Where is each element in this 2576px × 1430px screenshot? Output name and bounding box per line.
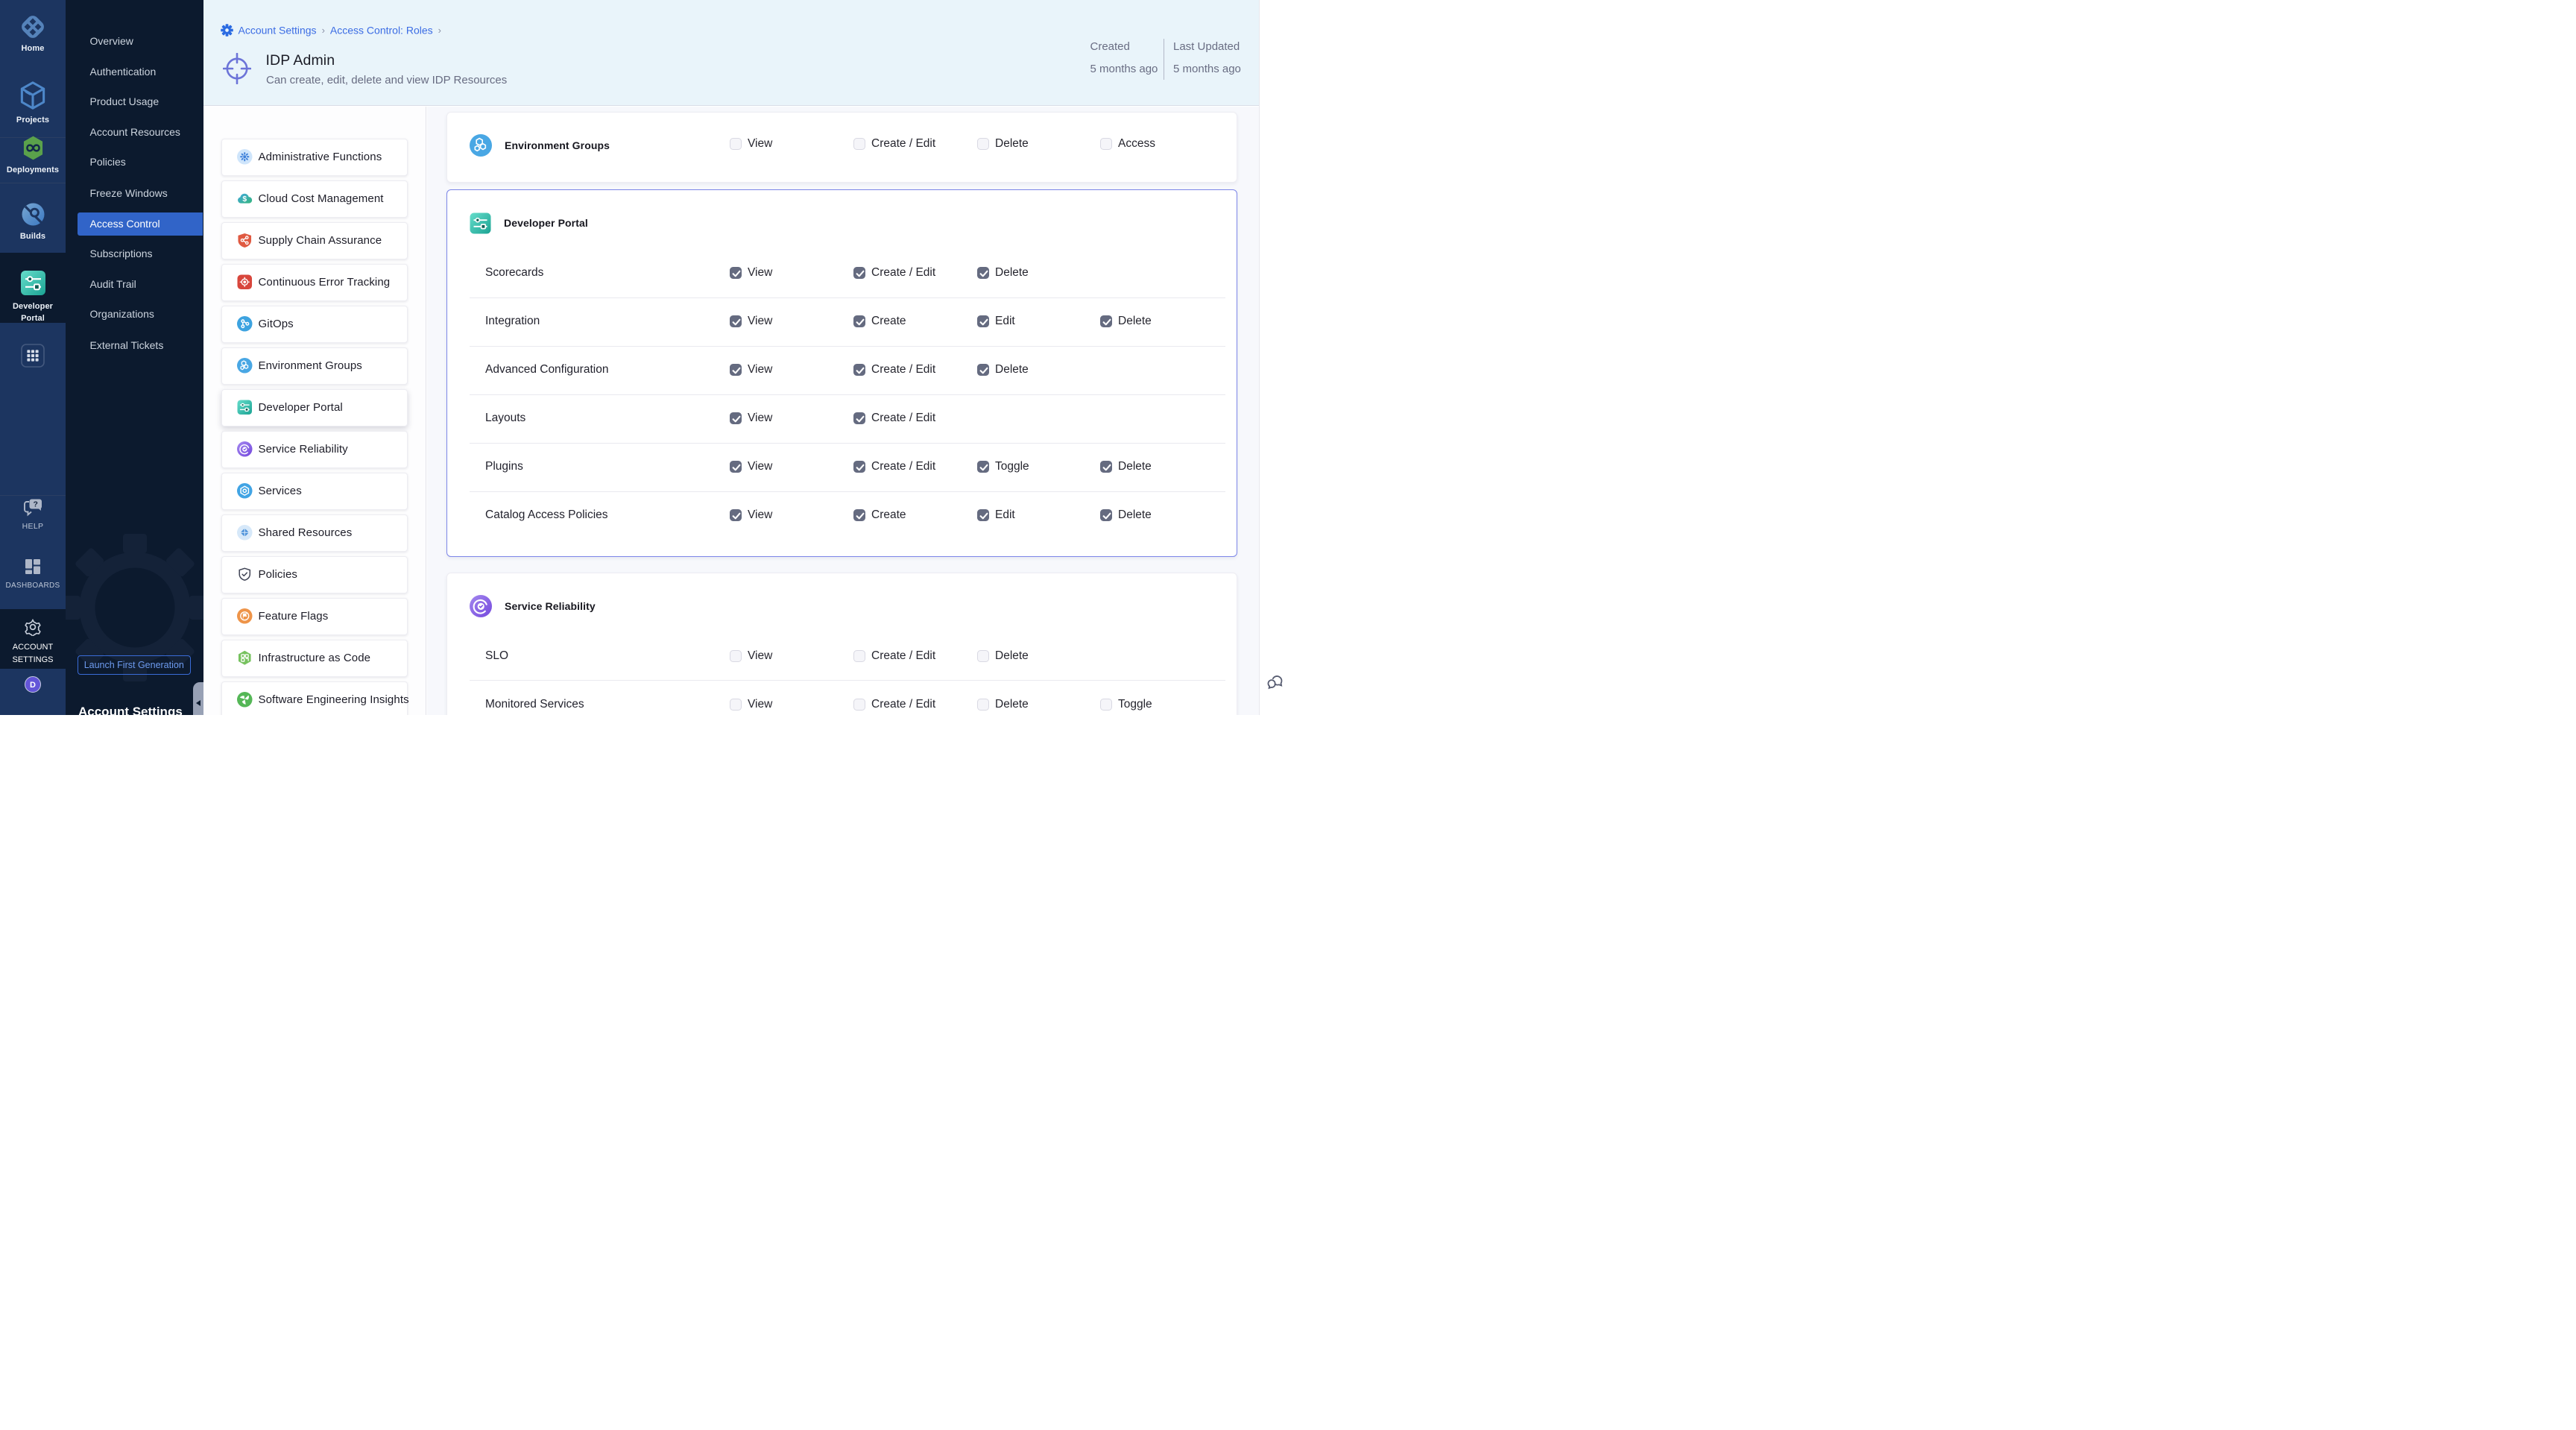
svg-text:?: ? <box>33 500 37 509</box>
svg-text:$: $ <box>242 195 247 204</box>
